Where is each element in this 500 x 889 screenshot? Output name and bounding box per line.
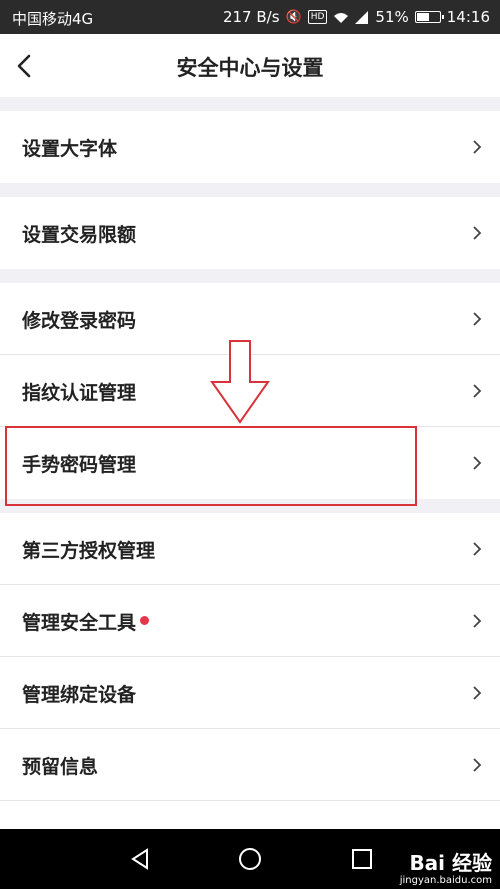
menu-item-label: 手势密码管理: [22, 454, 137, 476]
chevron-right-icon: [473, 614, 482, 628]
menu-item-label: 指纹认证管理: [22, 382, 137, 404]
chevron-right-icon: [473, 384, 482, 398]
section-gap: [0, 499, 500, 513]
section-gap: [0, 97, 500, 111]
chevron-right-icon: [473, 758, 482, 772]
watermark-url: jingyan.baidu.com: [399, 875, 492, 886]
nav-bar: 安全中心与设置: [0, 34, 500, 97]
status-right: 217 B/s 🔇 HD 51% 14:16: [223, 8, 490, 26]
system-nav-bar: Bai 经验 jingyan.baidu.com: [0, 829, 500, 889]
network-speed: 217 B/s: [222, 8, 280, 26]
menu-item-label: 预留信息: [22, 756, 99, 778]
menu-item-bound-devices[interactable]: 管理绑定设备: [0, 657, 500, 729]
recent-square-icon[interactable]: [350, 847, 374, 871]
notification-dot: [140, 616, 150, 625]
menu-item-label: 管理安全工具: [22, 608, 150, 635]
clock: 14:16: [446, 8, 490, 26]
section-gap: [0, 183, 500, 197]
menu-item-partial[interactable]: [0, 801, 500, 829]
menu-item-label: 修改登录密码: [22, 310, 137, 332]
watermark-brand: Bai 经验: [409, 851, 492, 875]
menu-item-large-font[interactable]: 设置大字体: [0, 111, 500, 183]
section-gap: [0, 269, 500, 283]
battery-percent: 51%: [375, 8, 409, 26]
baidu-watermark: Bai 经验 jingyan.baidu.com: [400, 851, 492, 887]
chevron-right-icon: [473, 140, 482, 154]
chevron-right-icon: [473, 226, 482, 240]
menu-item-label: 第三方授权管理: [22, 540, 156, 562]
menu-item-text: 管理安全工具: [22, 612, 137, 634]
status-bar: 中国移动4G 217 B/s 🔇 HD 51% 14:16: [0, 0, 500, 34]
chevron-right-icon: [473, 456, 482, 470]
page-title: 安全中心与设置: [176, 56, 324, 80]
menu-item-transaction-limit[interactable]: 设置交易限额: [0, 197, 500, 269]
menu-item-label: 管理绑定设备: [22, 684, 137, 706]
hd-icon: HD: [307, 10, 328, 24]
menu-item-label: 设置大字体: [22, 138, 118, 160]
chevron-right-icon: [473, 542, 482, 556]
mute-icon: 🔇: [285, 9, 302, 25]
wifi-icon: [334, 12, 349, 23]
chevron-right-icon: [473, 312, 482, 326]
menu-item-third-party-auth[interactable]: 第三方授权管理: [0, 513, 500, 585]
battery-icon: [414, 11, 444, 23]
carrier-label: 中国移动4G: [12, 10, 94, 28]
signal-icon: [355, 10, 369, 24]
back-triangle-icon[interactable]: [128, 847, 152, 871]
menu-item-gesture-password[interactable]: 手势密码管理: [0, 427, 500, 499]
menu-item-label: 设置交易限额: [22, 224, 137, 246]
menu-item-security-tools[interactable]: 管理安全工具: [0, 585, 500, 657]
down-arrow-annotation: [210, 340, 270, 424]
home-circle-icon[interactable]: [238, 847, 262, 871]
menu-item-reserved-info[interactable]: 预留信息: [0, 729, 500, 801]
chevron-right-icon: [473, 686, 482, 700]
